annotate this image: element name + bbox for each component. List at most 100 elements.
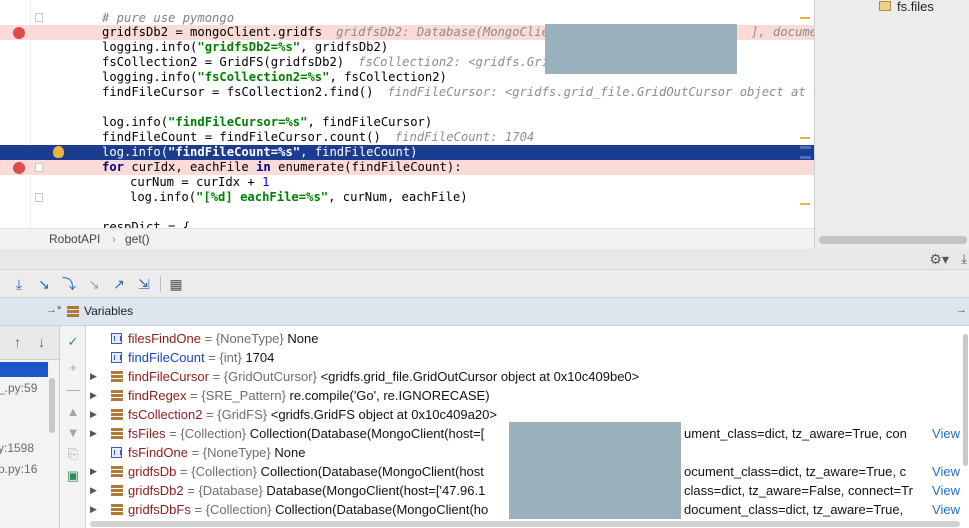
expand-arrow-icon[interactable]: ▶ (90, 386, 97, 405)
variable-type: = {int} (204, 350, 246, 365)
lightbulb-icon[interactable] (53, 146, 64, 158)
fold-marker[interactable] (35, 193, 43, 202)
expand-arrow-icon[interactable]: ▶ (90, 405, 97, 424)
up-arrow-icon[interactable]: ↑ (14, 334, 21, 350)
variable-name: gridfsDb2 (128, 483, 184, 498)
variable-value: Database(MongoClient(host=['47.96.1 (266, 483, 486, 498)
down-arrow-icon[interactable]: ↓ (38, 334, 45, 350)
show-watches-icon[interactable]: ▣ (66, 468, 80, 484)
new-watch-icon[interactable]: ✓ (66, 334, 80, 350)
variable-name: fsCollection2 (128, 407, 203, 422)
variable-name: findRegex (128, 388, 187, 403)
variable-name: gridfsDb (128, 464, 177, 479)
remove-icon[interactable]: — (66, 382, 80, 397)
variable-text: findFileCursor = {GridOutCursor} <gridfs… (128, 367, 639, 386)
code-text: curNum = curIdx + (130, 175, 263, 189)
frames-scrollbar[interactable] (49, 378, 55, 433)
variable-text: fsCollection2 = {GridFS} <gridfs.GridFS … (128, 405, 497, 424)
move-up-icon[interactable]: ▲ (66, 404, 80, 419)
variables-icon (67, 306, 79, 317)
variable-name: fsFiles (128, 426, 166, 441)
variable-row[interactable]: filesFindOne = {NoneType} None (86, 329, 969, 348)
warning-marker[interactable] (800, 137, 810, 139)
variable-row[interactable]: findFileCount = {int} 1704 (86, 348, 969, 367)
variable-type: = {Database} (183, 483, 267, 498)
code-editor[interactable]: # pure use pymongo gridfsDb2 = mongoClie… (0, 0, 814, 228)
inline-value-hint: gridfsDb2: Database(MongoClient( (336, 25, 571, 39)
breadcrumb-item-class[interactable]: RobotAPI (49, 232, 100, 246)
variables-horizontal-scrollbar[interactable] (90, 521, 960, 527)
view-link[interactable]: View (928, 481, 960, 500)
variable-name: gridfsDbFs (128, 502, 191, 517)
code-line[interactable]: findFileCount = findFileCursor.count() fi… (0, 130, 814, 145)
evaluate-expression-icon[interactable]: ▦ (167, 275, 185, 293)
view-link[interactable]: View (928, 462, 960, 481)
breakpoint-icon[interactable] (13, 27, 25, 39)
debug-step-toolbar: ⤓ ↘ ⤵ ↘ ↗ ⇲ ▦ (0, 270, 969, 298)
variable-name: filesFindOne (128, 331, 201, 346)
frame-item[interactable]: _.py:59 (0, 381, 37, 395)
warning-marker[interactable] (800, 203, 810, 205)
horizontal-scrollbar[interactable] (819, 236, 967, 244)
variable-type: = {SRE_Pattern} (186, 388, 290, 403)
code-text: findFileCount = findFileCursor.count() (102, 130, 381, 144)
restore-layout-icon[interactable]: →* (46, 304, 61, 316)
caret-marker[interactable] (800, 146, 811, 149)
step-into-my-code-icon[interactable]: ↘ (85, 275, 103, 293)
code-text: enumerate(findFileCount): (270, 160, 462, 174)
run-to-cursor-icon[interactable]: ⇲ (135, 275, 153, 293)
folder-label[interactable]: fs.files (897, 0, 934, 14)
variable-type: = {GridFS} (202, 407, 271, 422)
step-out-icon[interactable]: ↗ (110, 275, 128, 293)
variable-text: fsFiles = {Collection} Collection(Databa… (128, 424, 484, 443)
fold-marker[interactable] (35, 163, 43, 172)
step-into-icon[interactable]: ⤵ (60, 275, 78, 293)
fold-marker[interactable] (35, 13, 43, 22)
selected-frame[interactable] (0, 362, 48, 377)
code-string: "fsCollection2=%s" (197, 70, 330, 84)
collapse-arrow-icon[interactable]: → (956, 304, 967, 316)
current-execution-line[interactable]: log.info("findFileCount=%s", findFileCou… (0, 145, 814, 160)
variable-row[interactable]: ▶ findFileCursor = {GridOutCursor} <gridf… (86, 367, 969, 386)
breadcrumb: RobotAPI › get() (0, 228, 814, 249)
view-link[interactable]: View (928, 424, 960, 443)
view-link[interactable]: View (928, 500, 960, 519)
expand-arrow-icon[interactable]: ▶ (90, 500, 97, 519)
frame-item[interactable]: y:1598 (0, 441, 34, 455)
step-over-icon[interactable]: ↘ (35, 275, 53, 293)
code-line-breakpoint-2[interactable]: for curIdx, eachFile in enumerate(findFi… (0, 160, 814, 175)
breakpoint-icon[interactable] (13, 162, 25, 174)
variable-type: = {GridOutCursor} (208, 369, 321, 384)
code-line[interactable]: log.info("[%d] eachFile=%s", curNum, eac… (0, 190, 814, 205)
debug-tool-header: ⚙▾ ⤓ (0, 249, 969, 270)
caret-marker[interactable] (800, 156, 811, 159)
variable-value: <gridfs.GridFS object at 0x10c409a20> (270, 407, 497, 422)
variable-row[interactable]: ▶ findRegex = {SRE_Pattern} re.compile('G… (86, 386, 969, 405)
code-line-partial[interactable]: respDict = { (0, 220, 814, 228)
breadcrumb-item-method[interactable]: get() (125, 232, 150, 246)
code-string: "findFileCursor=%s" (168, 115, 308, 129)
expand-arrow-icon[interactable]: ▶ (90, 481, 97, 500)
frame-item[interactable]: p.py:16 (0, 462, 37, 476)
code-line[interactable]: log.info("findFileCursor=%s", findFileCu… (0, 115, 814, 130)
code-text: logging.info( (102, 40, 198, 54)
code-line[interactable]: findFileCursor = fsCollection2.find() fin… (0, 85, 814, 100)
show-execution-point-icon[interactable]: ⤓ (10, 275, 28, 293)
object-type-icon (111, 428, 123, 439)
expand-arrow-icon[interactable]: ▶ (90, 424, 97, 443)
warning-marker[interactable] (800, 17, 810, 19)
variable-type: = {Collection} (176, 464, 261, 479)
variables-vertical-scrollbar[interactable] (963, 334, 968, 466)
expand-arrow-icon[interactable]: ▶ (90, 462, 97, 481)
hide-icon[interactable]: ⤓ (961, 251, 967, 267)
variable-value-tail: ument_class=dict, tz_aware=True, con (684, 426, 907, 441)
code-line[interactable]: curNum = curIdx + 1 (0, 175, 814, 190)
object-type-icon (111, 504, 123, 515)
gear-icon[interactable]: ⚙▾ (929, 251, 949, 268)
copy-icon[interactable]: ⎘ (66, 446, 80, 462)
move-down-icon[interactable]: ▼ (66, 425, 80, 440)
add-icon[interactable]: + (66, 360, 80, 375)
expand-arrow-icon[interactable]: ▶ (90, 367, 97, 386)
variable-text: filesFindOne = {NoneType} None (128, 329, 318, 348)
code-text: , fsCollection2) (329, 70, 447, 84)
